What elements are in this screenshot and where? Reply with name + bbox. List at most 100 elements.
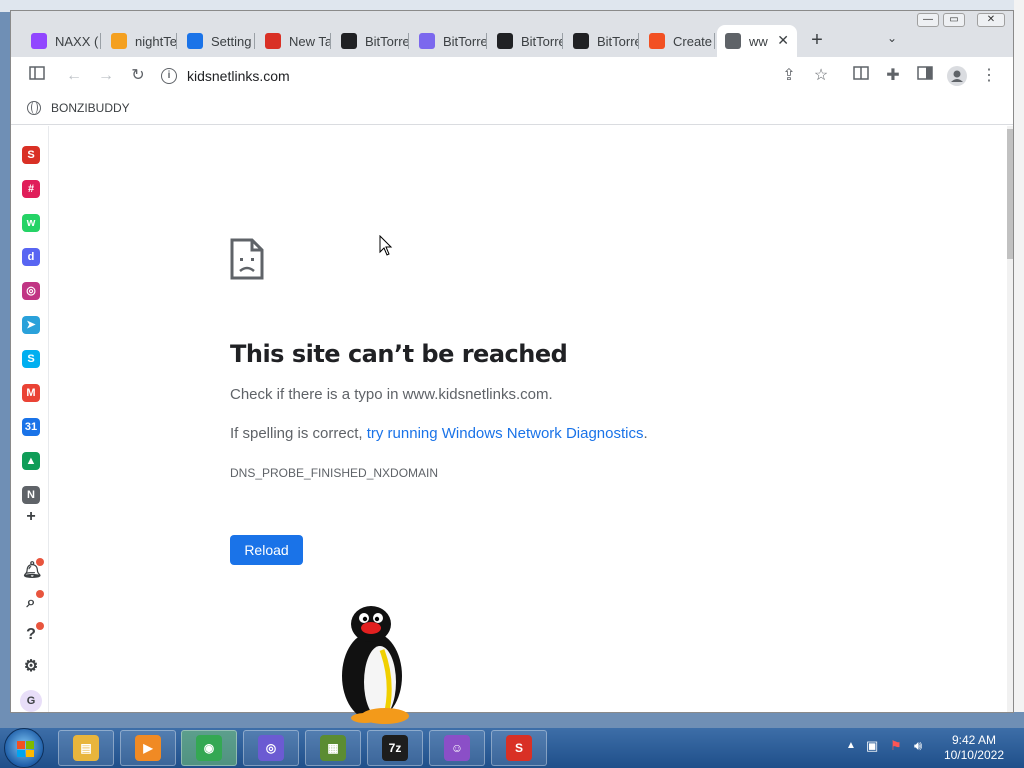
notification-dot	[36, 622, 44, 630]
system-tray: ▲ ▣ ⚑ 🔊︎ 9:42 AM 10/10/2022	[840, 728, 1024, 768]
tab-5[interactable]: BitTorre	[411, 25, 487, 57]
close-tab-icon[interactable]: ✕	[777, 32, 789, 49]
diagnostics-prefix: If spelling is correct,	[230, 425, 367, 442]
tab-separator	[100, 33, 101, 49]
start-button[interactable]	[4, 728, 44, 768]
add-app-icon[interactable]: +	[22, 508, 40, 526]
clock-time: 9:42 AM	[951, 733, 996, 747]
error-code: DNS_PROBE_FINISHED_NXDOMAIN	[230, 466, 439, 480]
chrome-icon: ◉	[196, 735, 222, 761]
tab-7[interactable]: BitTorre	[565, 25, 639, 57]
gmail-icon[interactable]: M	[22, 384, 40, 402]
taskbar-item-4[interactable]: ▦	[305, 730, 361, 766]
b-logo-icon	[497, 33, 513, 49]
taskbar-item-5[interactable]: 7z	[367, 730, 423, 766]
globe-icon	[27, 101, 41, 115]
tab-3[interactable]: New Ta	[257, 25, 331, 57]
taskbar-item-1[interactable]: ▶	[120, 730, 176, 766]
taskbar-item-6[interactable]: ☺	[429, 730, 485, 766]
notification-dot	[36, 558, 44, 566]
speed-icon	[419, 33, 435, 49]
tab-8[interactable]: Create	[641, 25, 715, 57]
7zip-icon: 7z	[382, 735, 408, 761]
slack-icon[interactable]: #	[22, 180, 40, 198]
tab-separator	[714, 33, 715, 49]
show-hidden-icons-icon[interactable]: ▲	[846, 740, 856, 751]
maximize-button[interactable]: ▭	[943, 13, 965, 27]
minecraft-icon: ▦	[320, 735, 346, 761]
help-icon[interactable]: ?	[22, 622, 44, 644]
sidebar-toggle-icon[interactable]	[27, 66, 47, 86]
url-text[interactable]: kidsnetlinks.com	[187, 68, 290, 84]
tab-title: BitTorre	[521, 33, 563, 49]
forward-button[interactable]: →	[96, 66, 116, 86]
network-diagnostics-link[interactable]: try running Windows Network Diagnostics	[367, 425, 644, 442]
reading-mode-icon[interactable]	[851, 66, 871, 86]
extensions-icon[interactable]: ✚	[883, 66, 903, 86]
tab-title: BitTorre	[597, 33, 639, 49]
network-error-icon[interactable]: ⚑	[890, 738, 902, 754]
side-panel-icon[interactable]	[915, 66, 935, 86]
calendar-icon[interactable]: 31	[22, 418, 40, 436]
taskbar-item-3[interactable]: ◎	[243, 730, 299, 766]
taskbar-item-0[interactable]: ▤	[58, 730, 114, 766]
notion-icon[interactable]: N	[22, 486, 40, 504]
b-logo-icon	[573, 33, 589, 49]
tab-title: Create	[673, 33, 713, 49]
tab-4[interactable]: BitTorre	[333, 25, 409, 57]
taskbar-item-7[interactable]: S	[491, 730, 547, 766]
diagnostics-hint: If spelling is correct, try running Wind…	[230, 425, 648, 442]
user-avatar[interactable]: G	[20, 690, 42, 712]
taskbar-item-2[interactable]: ◉	[181, 730, 237, 766]
tab-title: Setting	[211, 33, 252, 49]
site-info-icon[interactable]: i	[161, 68, 177, 84]
tab-separator	[176, 33, 177, 49]
s-app-icon[interactable]: S	[22, 146, 40, 164]
notifications-bell-icon[interactable]: 🔔︎	[22, 558, 44, 580]
sad-document-icon	[230, 238, 264, 280]
penguin-mascot-icon	[342, 606, 409, 724]
back-button[interactable]: ←	[64, 66, 84, 86]
notification-dot	[36, 590, 44, 598]
telegram-icon[interactable]: ➤	[22, 316, 40, 334]
skype-icon[interactable]: S	[22, 350, 40, 368]
windows-logo-icon	[17, 741, 34, 757]
clock[interactable]: 9:42 AM 10/10/2022	[944, 733, 1004, 763]
bookmark-label: BONZIBUDDY	[51, 101, 130, 115]
bookmark-star-icon[interactable]: ☆	[811, 66, 831, 86]
tab-search-button[interactable]: ⌄	[887, 31, 897, 45]
microsoft-icon	[649, 33, 665, 49]
instagram-icon[interactable]: ◎	[22, 282, 40, 300]
new-tab-button[interactable]: +	[807, 30, 827, 51]
drive-icon[interactable]: ▲	[22, 452, 40, 470]
minimize-button[interactable]: —	[917, 13, 939, 27]
address-bar[interactable]: i kidsnetlinks.com	[161, 63, 761, 89]
b-logo-icon	[341, 33, 357, 49]
profile-avatar-icon[interactable]	[947, 66, 967, 86]
volume-icon[interactable]: 🔊︎	[914, 738, 922, 754]
menu-dots-icon[interactable]: ⋮	[979, 66, 999, 86]
tab-1[interactable]: nightTe	[103, 25, 177, 57]
tab-separator	[254, 33, 255, 49]
reload-icon[interactable]: ↻	[128, 66, 148, 86]
scrollbar-thumb[interactable]	[1007, 129, 1013, 259]
bookmark-bonzibuddy[interactable]: BONZIBUDDY	[27, 101, 130, 115]
tab-6[interactable]: BitTorre	[489, 25, 563, 57]
clock-date: 10/10/2022	[943, 748, 1004, 762]
error-title: This site can’t be reached	[230, 340, 568, 368]
discord-icon[interactable]: d	[22, 248, 40, 266]
share-icon[interactable]: ⇪	[779, 66, 799, 86]
settings-gear-icon[interactable]: ⚙	[22, 658, 40, 676]
tab-0[interactable]: NAXX (	[23, 25, 101, 57]
reload-button[interactable]: Reload	[230, 535, 303, 565]
tab-separator	[330, 33, 331, 49]
tab-title: New Ta	[289, 33, 331, 49]
close-window-button[interactable]: ✕	[977, 13, 1005, 27]
globe-icon	[725, 33, 741, 49]
tab-2[interactable]: Setting	[179, 25, 255, 57]
whatsapp-icon[interactable]: w	[22, 214, 40, 232]
tab-title: ww	[749, 33, 768, 49]
devices-icon[interactable]: ▣	[866, 738, 878, 754]
tab-9[interactable]: ww ✕	[717, 25, 797, 57]
search-icon[interactable]: ⌕	[22, 590, 44, 612]
